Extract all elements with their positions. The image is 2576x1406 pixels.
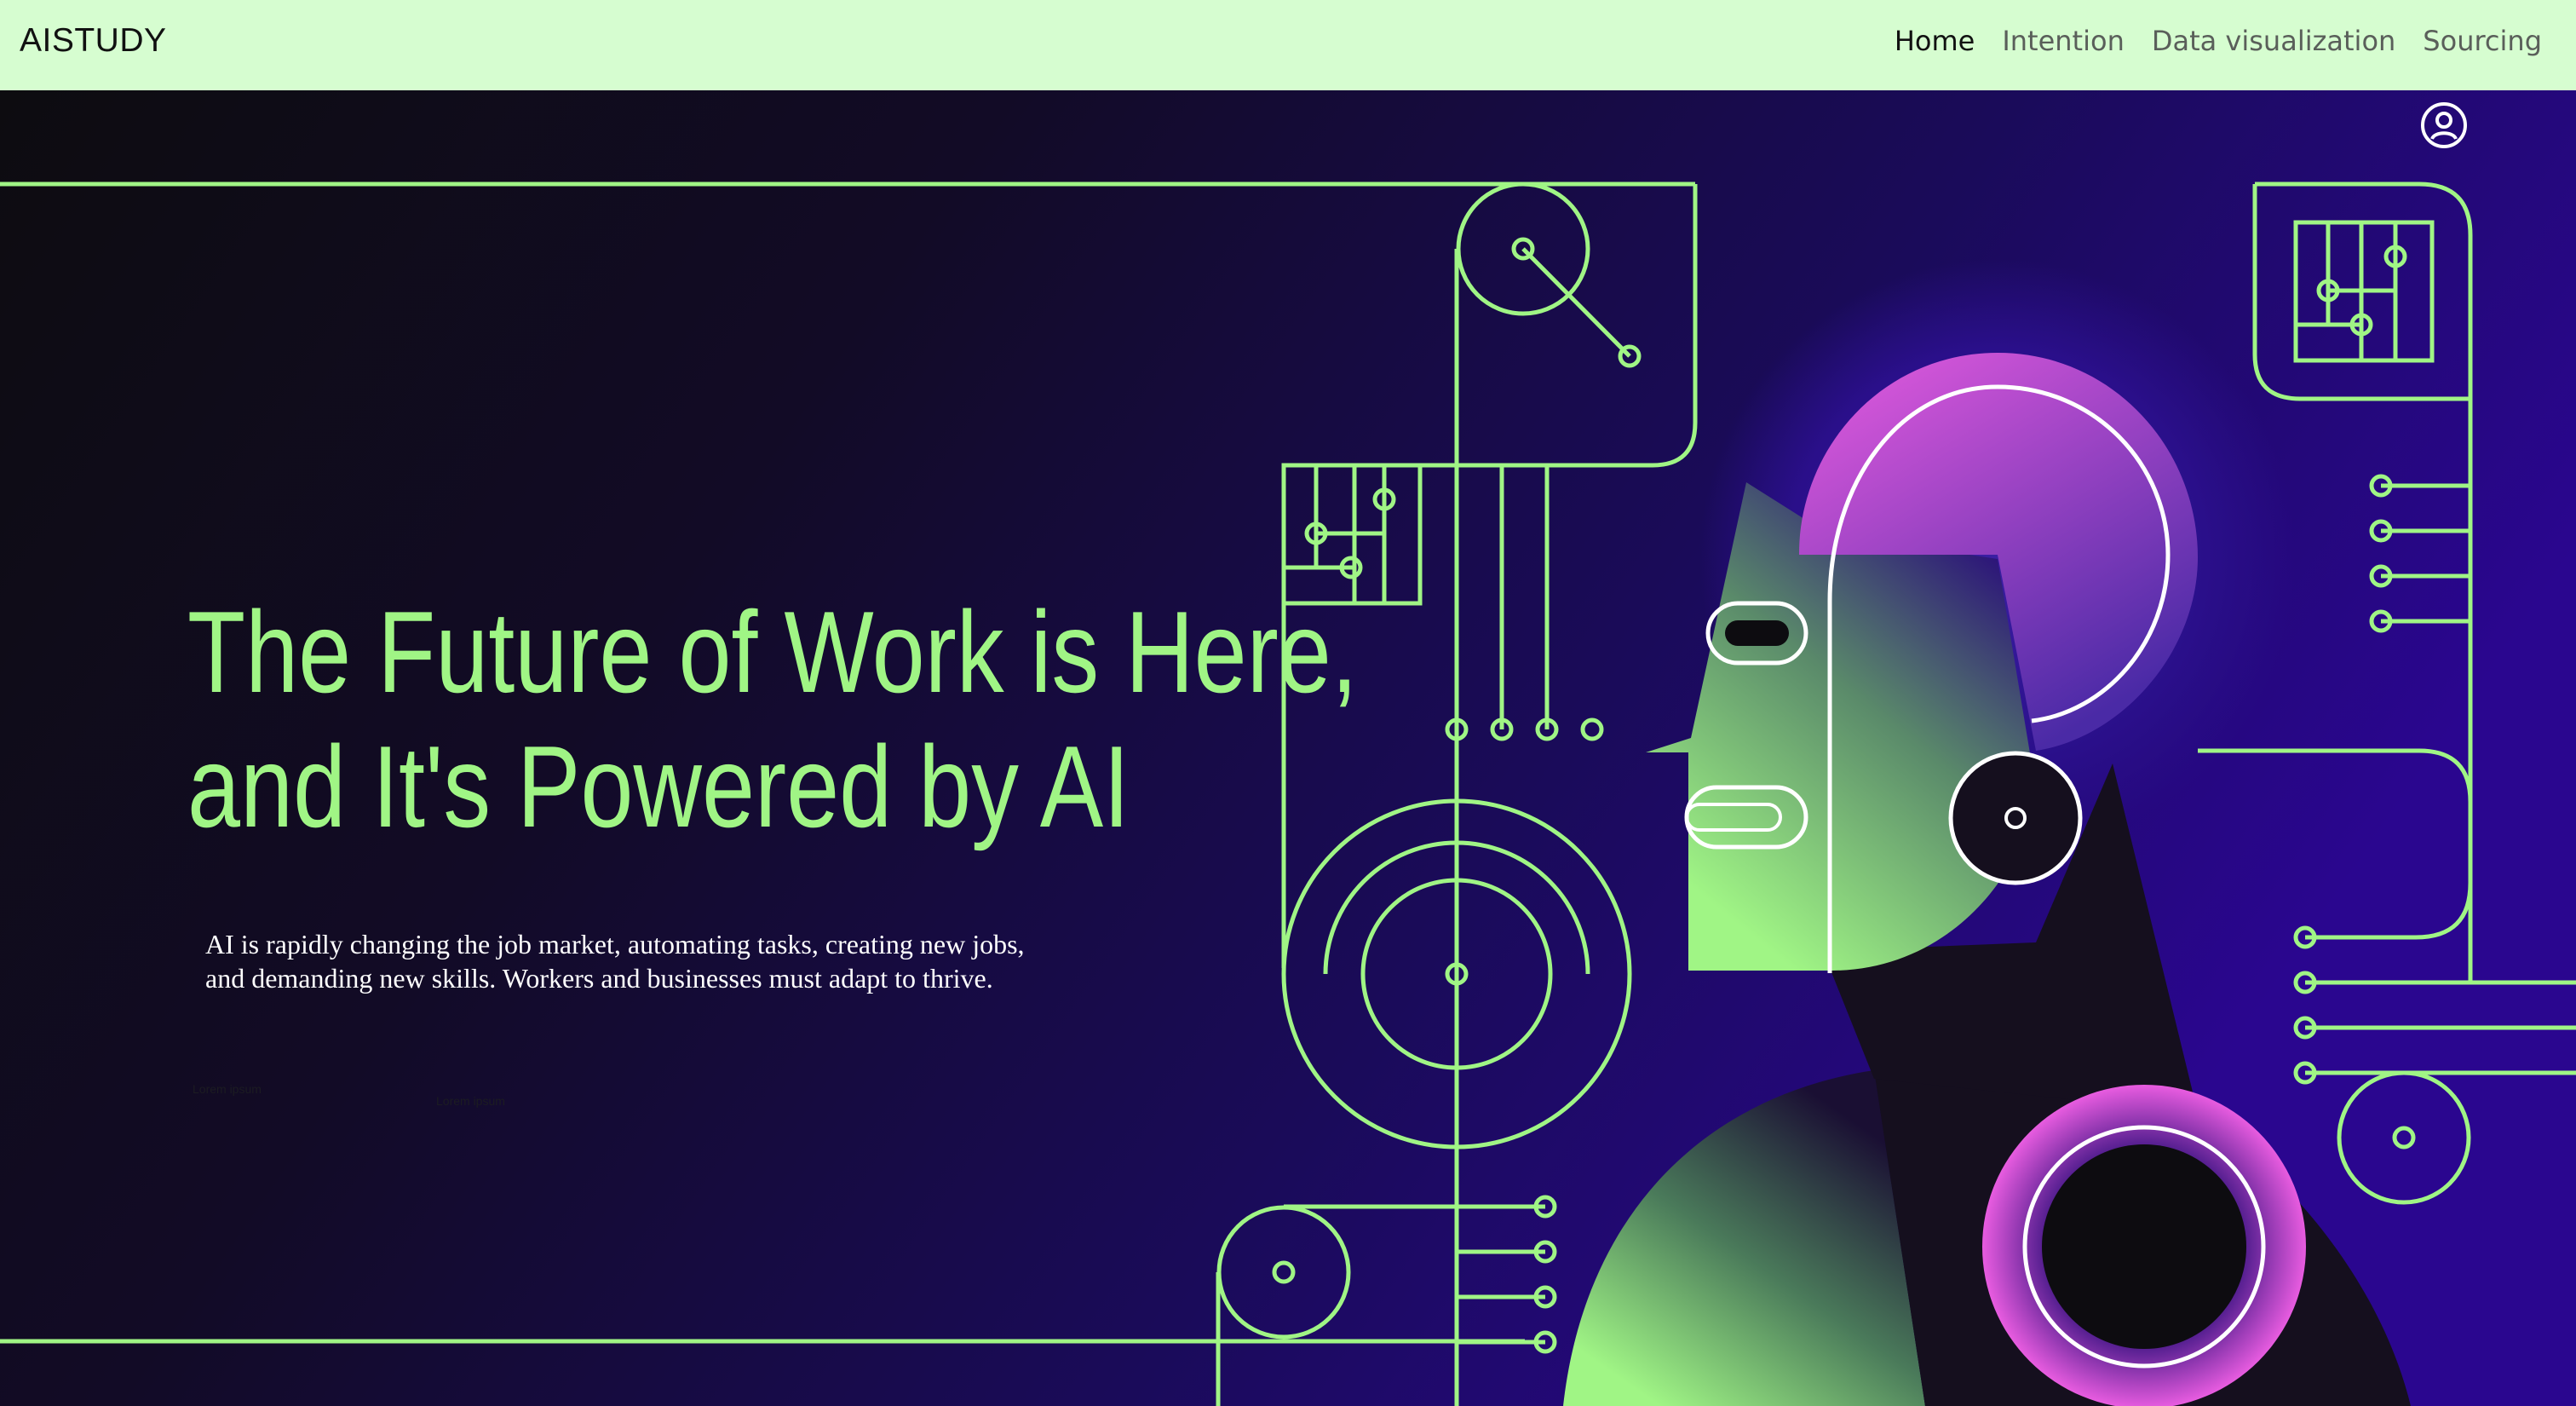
hero-headline: The Future of Work is Here, and It's Pow… (187, 585, 1358, 854)
nav-sourcing[interactable]: Sourcing (2423, 25, 2542, 57)
nav-links: Home Intention Data visualization Sourci… (1895, 25, 2542, 57)
user-circle-icon (2421, 102, 2467, 148)
description-line-2: and demanding new skills. Workers and bu… (205, 963, 993, 994)
hero-section: The Future of Work is Here, and It's Pow… (0, 90, 2576, 1406)
top-navbar: AISTUDY Home Intention Data visualizatio… (0, 0, 2576, 90)
headline-line-2: and It's Powered by AI (187, 722, 1130, 851)
brand-logo[interactable]: AISTUDY (20, 22, 167, 60)
nav-data-visualization[interactable]: Data visualization (2152, 25, 2395, 57)
user-account-button[interactable] (2420, 101, 2468, 149)
placeholder-label-2: Lorem ipsum (436, 1094, 505, 1108)
placeholder-label-1: Lorem ipsum (193, 1082, 262, 1096)
hero-description: AI is rapidly changing the job market, a… (205, 927, 1142, 995)
headline-line-1: The Future of Work is Here, (187, 587, 1358, 717)
nav-intention[interactable]: Intention (2002, 25, 2125, 57)
nav-home[interactable]: Home (1895, 25, 1975, 57)
description-line-1: AI is rapidly changing the job market, a… (205, 929, 1025, 959)
